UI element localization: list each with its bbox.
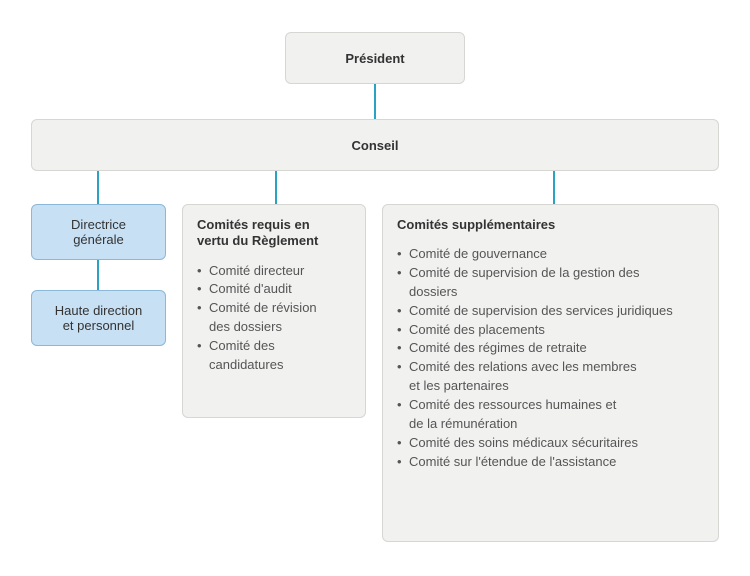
- connector-president-conseil: [374, 84, 376, 119]
- node-directrice-label: Directrice générale: [71, 217, 126, 247]
- list-item: Comité des ressources humaines et: [397, 396, 704, 415]
- list-item: Comité sur l'étendue de l'assistance: [397, 453, 704, 472]
- connector-conseil-directrice: [97, 170, 99, 204]
- node-conseil-label: Conseil: [352, 138, 399, 153]
- list-item: de la rémunération: [397, 415, 704, 434]
- node-president: Président: [285, 32, 465, 84]
- node-haute-direction-label: Haute direction et personnel: [55, 303, 142, 333]
- list-item: Comité des régimes de retraite: [397, 339, 704, 358]
- list-item: Comité de révision: [197, 299, 351, 318]
- list-item: Comité des placements: [397, 321, 704, 340]
- connector-directrice-haute: [97, 260, 99, 290]
- list-item: Comité des relations avec les membres: [397, 358, 704, 377]
- panel-supplementary: Comités supplémentaires Comité de gouver…: [382, 204, 719, 542]
- panel-supplementary-title: Comités supplémentaires: [397, 217, 704, 233]
- list-item: Comité de supervision de la gestion des: [397, 264, 704, 283]
- list-item: Comité des soins médicaux sécuritaires: [397, 434, 704, 453]
- org-chart: Président Conseil Directrice générale Ha…: [0, 0, 750, 576]
- panel-required: Comités requis en vertu du Règlement Com…: [182, 204, 366, 418]
- node-conseil: Conseil: [31, 119, 719, 171]
- panel-supplementary-list: Comité de gouvernanceComité de supervisi…: [397, 245, 704, 471]
- node-haute-direction: Haute direction et personnel: [31, 290, 166, 346]
- connector-conseil-required: [275, 170, 277, 204]
- node-directrice: Directrice générale: [31, 204, 166, 260]
- list-item: Comité d'audit: [197, 280, 351, 299]
- list-item: Comité des: [197, 337, 351, 356]
- list-item: Comité de gouvernance: [397, 245, 704, 264]
- panel-required-list: Comité directeurComité d'auditComité de …: [197, 262, 351, 375]
- list-item: Comité de supervision des services jurid…: [397, 302, 704, 321]
- list-item: et les partenaires: [397, 377, 704, 396]
- list-item: Comité directeur: [197, 262, 351, 281]
- list-item: candidatures: [197, 356, 351, 375]
- list-item: des dossiers: [197, 318, 351, 337]
- panel-required-title: Comités requis en vertu du Règlement: [197, 217, 351, 250]
- list-item: dossiers: [397, 283, 704, 302]
- node-president-label: Président: [345, 51, 404, 66]
- connector-conseil-supplementary: [553, 170, 555, 204]
